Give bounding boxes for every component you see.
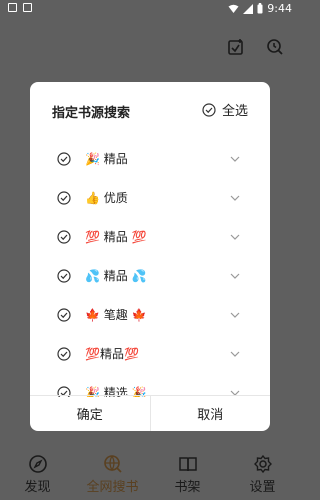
chevron-down-icon[interactable] (230, 193, 240, 203)
source-label: 👍 优质 (85, 191, 128, 205)
signal-icon (243, 3, 254, 14)
source-row[interactable]: 🎉 精品 (30, 139, 270, 178)
battery-icon (257, 3, 263, 14)
nav-bookshelf[interactable]: 书架 (150, 440, 225, 500)
chevron-down-icon[interactable] (230, 154, 240, 164)
check-circle-icon[interactable] (57, 230, 71, 244)
bottom-nav: 发现 全网搜书 书架 设置 (0, 440, 300, 500)
nav-global-search[interactable]: 全网搜书 (75, 440, 150, 500)
image-notification-icon (8, 3, 17, 12)
source-label: 🎉 精品 (85, 152, 128, 166)
nav-bookshelf-label: 书架 (174, 480, 201, 495)
status-notifications (8, 3, 32, 12)
source-row[interactable]: 💯 精品 💯 (30, 217, 270, 256)
cancel-button[interactable]: 取消 (151, 396, 271, 431)
select-all-toggle[interactable]: 全选 (202, 100, 248, 119)
source-row[interactable]: 💯精品💯 (30, 334, 270, 373)
chevron-down-icon[interactable] (230, 349, 240, 359)
confirm-button[interactable]: 确定 (30, 396, 150, 431)
source-label: 💯 精品 💯 (85, 230, 147, 244)
nav-discover[interactable]: 发现 (0, 440, 75, 500)
gear-icon (253, 454, 272, 474)
source-row[interactable]: 💦 精品 💦 (30, 256, 270, 295)
dialog-footer: 确定 取消 (30, 395, 270, 431)
source-label: 💦 精品 💦 (85, 269, 147, 283)
dialog-title: 指定书源搜索 (52, 106, 131, 121)
check-circle-icon[interactable] (57, 269, 71, 283)
status-bar: 9:44 (0, 0, 300, 18)
book-icon (178, 457, 197, 472)
check-circle-icon[interactable] (57, 152, 71, 166)
source-row[interactable]: 🍁 笔趣 🍁 (30, 295, 270, 334)
status-time: 9:44 (267, 2, 292, 15)
search-history-icon[interactable] (266, 38, 284, 56)
source-label: 🍁 笔趣 🍁 (85, 308, 147, 322)
chevron-down-icon[interactable] (230, 271, 240, 281)
check-circle-icon[interactable] (57, 191, 71, 205)
status-right: 9:44 (228, 2, 292, 15)
dialog-header: 指定书源搜索 全选 (30, 82, 270, 137)
source-list[interactable]: 🎉 精品 👍 优质 💯 精品 💯 💦 精品 💦 🍁 笔趣 🍁 💯精品💯 🎉 精选… (30, 139, 270, 397)
nav-global-search-label: 全网搜书 (86, 480, 139, 495)
app-notification-icon (23, 3, 32, 12)
wifi-icon (228, 4, 239, 13)
compass-icon (28, 455, 47, 473)
nav-settings-label: 设置 (249, 480, 276, 495)
global-search-icon (103, 455, 122, 473)
source-select-dialog: 指定书源搜索 全选 🎉 精品 👍 优质 💯 精品 💯 💦 精品 💦 🍁 笔趣 🍁… (30, 82, 270, 431)
add-book-icon[interactable] (227, 38, 245, 56)
source-row[interactable]: 🎉 精选 🎉 (30, 373, 270, 397)
chevron-down-icon[interactable] (230, 232, 240, 242)
check-circle-icon (202, 102, 216, 117)
source-label: 💯精品💯 (85, 347, 139, 361)
nav-discover-label: 发现 (24, 480, 51, 495)
check-circle-icon[interactable] (57, 347, 71, 361)
nav-settings[interactable]: 设置 (225, 440, 300, 500)
source-row[interactable]: 👍 优质 (30, 178, 270, 217)
check-circle-icon[interactable] (57, 308, 71, 322)
select-all-label: 全选 (221, 104, 248, 119)
chevron-down-icon[interactable] (230, 310, 240, 320)
app-bar (0, 18, 300, 74)
